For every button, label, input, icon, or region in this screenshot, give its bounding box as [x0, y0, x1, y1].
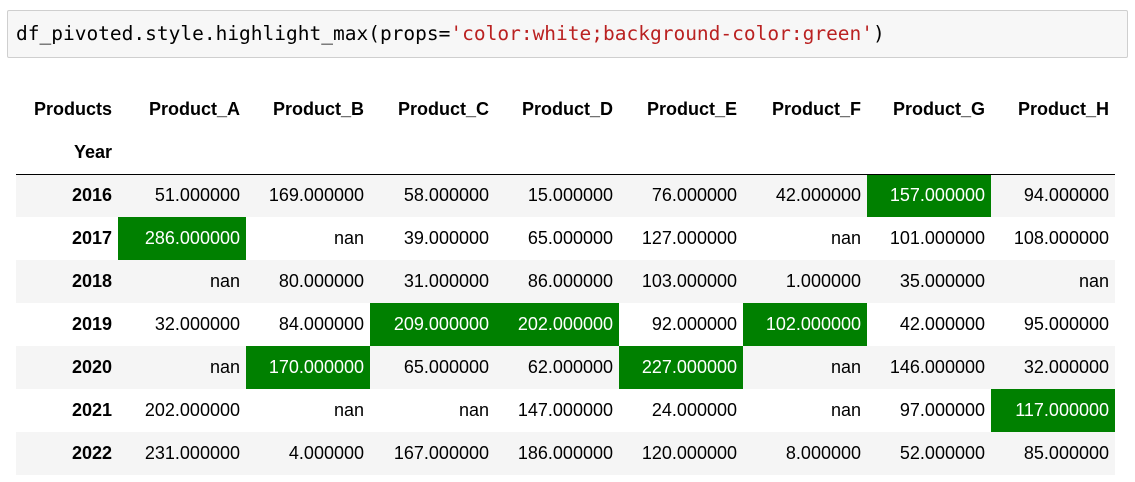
table-cell: 1.000000	[785, 271, 861, 291]
table-cell: 32.000000	[154, 314, 240, 334]
dataframe-table: Products Product_A Product_B Product_C Prod…	[16, 87, 1115, 475]
table-cell: 39.000000	[403, 228, 489, 248]
table-row: 2017 286.000000 nan 39.000000 65.000000 127.0…	[16, 217, 1115, 260]
table-body: 2016 51.000000 169.000000 58.000000 15.00000…	[16, 174, 1115, 475]
table-cell: 58.000000	[403, 185, 489, 206]
table-cell-highlighted-max: 102.000000	[743, 303, 867, 346]
table-cell: 80.000000	[278, 271, 364, 291]
column-header-row: Products Product_A Product_B Product_C Prod…	[16, 87, 1115, 131]
table-cell-highlighted-max: 286.000000	[118, 217, 246, 260]
column-header-product_c: Product_C	[397, 98, 489, 119]
table-cell: nan	[333, 228, 364, 248]
table-cell: 84.000000	[278, 314, 364, 334]
table-cell-highlighted-max: 170.000000	[246, 346, 370, 389]
table-cell: nan	[333, 400, 364, 420]
row-index-label: 2016	[71, 185, 112, 206]
table-row: 2020 nan 170.000000 65.000000 62.000000 227.0…	[16, 346, 1115, 389]
table-cell: nan	[458, 400, 489, 420]
table-cell-highlighted-max: 227.000000	[619, 346, 743, 389]
table-cell: 32.000000	[1023, 357, 1109, 377]
table-cell: 65.000000	[527, 228, 613, 248]
table-cell: 51.000000	[154, 185, 240, 206]
column-header-product_b: Product_B	[272, 98, 364, 119]
table-cell: 85.000000	[1023, 443, 1109, 463]
table-row: 2022 231.000000 4.000000 167.000000 186.0000…	[16, 432, 1115, 475]
row-index-label: 2019	[71, 314, 112, 334]
column-header-product_g: Product_G	[892, 98, 985, 119]
table-cell: 186.000000	[517, 443, 613, 463]
table-cell-highlighted-max: 209.000000	[370, 303, 495, 346]
table-cell-highlighted-max: 117.000000	[991, 389, 1115, 432]
table-cell: 101.000000	[889, 228, 985, 248]
table-cell: 146.000000	[889, 357, 985, 377]
table-cell: 147.000000	[517, 400, 613, 420]
column-header-product_e: Product_E	[646, 98, 737, 119]
table-cell: 86.000000	[527, 271, 613, 291]
index-name-label: Year	[73, 141, 112, 162]
table-header: Products Product_A Product_B Product_C Prod…	[16, 87, 1115, 174]
table-row: 2016 51.000000 169.000000 58.000000 15.00000…	[16, 174, 1115, 217]
row-index-label: 2018	[71, 271, 112, 291]
table-cell: 52.000000	[899, 443, 985, 463]
table-row: 2021 202.000000 nan nan 147.000000 24.000000 n…	[16, 389, 1115, 432]
table-cell: 167.000000	[393, 443, 489, 463]
table-cell: nan	[209, 271, 240, 291]
table-cell: 103.000000	[641, 271, 737, 291]
column-header-product_h: Product_H	[1017, 98, 1109, 119]
table-cell-highlighted-max: 157.000000	[867, 174, 991, 217]
table-cell: 42.000000	[899, 314, 985, 334]
table-cell: 8.000000	[785, 443, 861, 463]
index-name-row: Year	[16, 131, 1115, 174]
column-header-product_a: Product_A	[148, 98, 240, 119]
table-cell: 31.000000	[403, 271, 489, 291]
table-row: 2019 32.000000 84.000000 209.000000 202.0000…	[16, 303, 1115, 346]
table-cell: 97.000000	[899, 400, 985, 420]
columns-name-label: Products	[33, 98, 112, 119]
row-index-label: 2021	[71, 400, 112, 420]
table-cell: 120.000000	[641, 443, 737, 463]
table-cell: 108.000000	[1013, 228, 1109, 248]
table-cell: 92.000000	[651, 314, 737, 334]
code-string-literal: 'color:white;background-color:green'	[450, 22, 874, 45]
table-row: 2018 nan 80.000000 31.000000 86.000000 103.00…	[16, 260, 1115, 303]
table-cell: 76.000000	[651, 185, 737, 206]
table-cell: 35.000000	[899, 271, 985, 291]
table-cell: 24.000000	[651, 400, 737, 420]
table-cell: nan	[209, 357, 240, 377]
table-cell: 95.000000	[1023, 314, 1109, 334]
table-cell: 94.000000	[1023, 185, 1109, 206]
table-cell-highlighted-max: 202.000000	[495, 303, 619, 346]
row-index-label: 2022	[71, 443, 112, 463]
row-index-label: 2020	[71, 357, 112, 377]
code-closing-paren: )	[873, 22, 885, 45]
table-cell: 231.000000	[144, 443, 240, 463]
code-input-cell[interactable]: df_pivoted.style.highlight_max(props='co…	[7, 10, 1128, 58]
table-cell: nan	[830, 400, 861, 420]
table-cell: 65.000000	[403, 357, 489, 377]
table-cell: 169.000000	[268, 185, 364, 206]
table-cell: 202.000000	[144, 400, 240, 420]
table-cell: 62.000000	[527, 357, 613, 377]
cell-output-area: Products Product_A Product_B Product_C Prod…	[0, 60, 1135, 482]
code-line: df_pivoted.style.highlight_max(props='co…	[16, 22, 885, 45]
table-cell: nan	[830, 357, 861, 377]
table-cell: 127.000000	[641, 228, 737, 248]
code-expression: df_pivoted.style.highlight_max(props=	[16, 22, 451, 45]
table-cell: nan	[1078, 271, 1109, 291]
row-index-label: 2017	[71, 228, 112, 248]
column-header-product_f: Product_F	[771, 98, 861, 119]
table-cell: 4.000000	[288, 443, 364, 463]
table-cell: nan	[830, 228, 861, 248]
column-header-product_d: Product_D	[521, 98, 613, 119]
table-cell: 42.000000	[775, 185, 861, 206]
table-cell: 15.000000	[527, 185, 613, 206]
